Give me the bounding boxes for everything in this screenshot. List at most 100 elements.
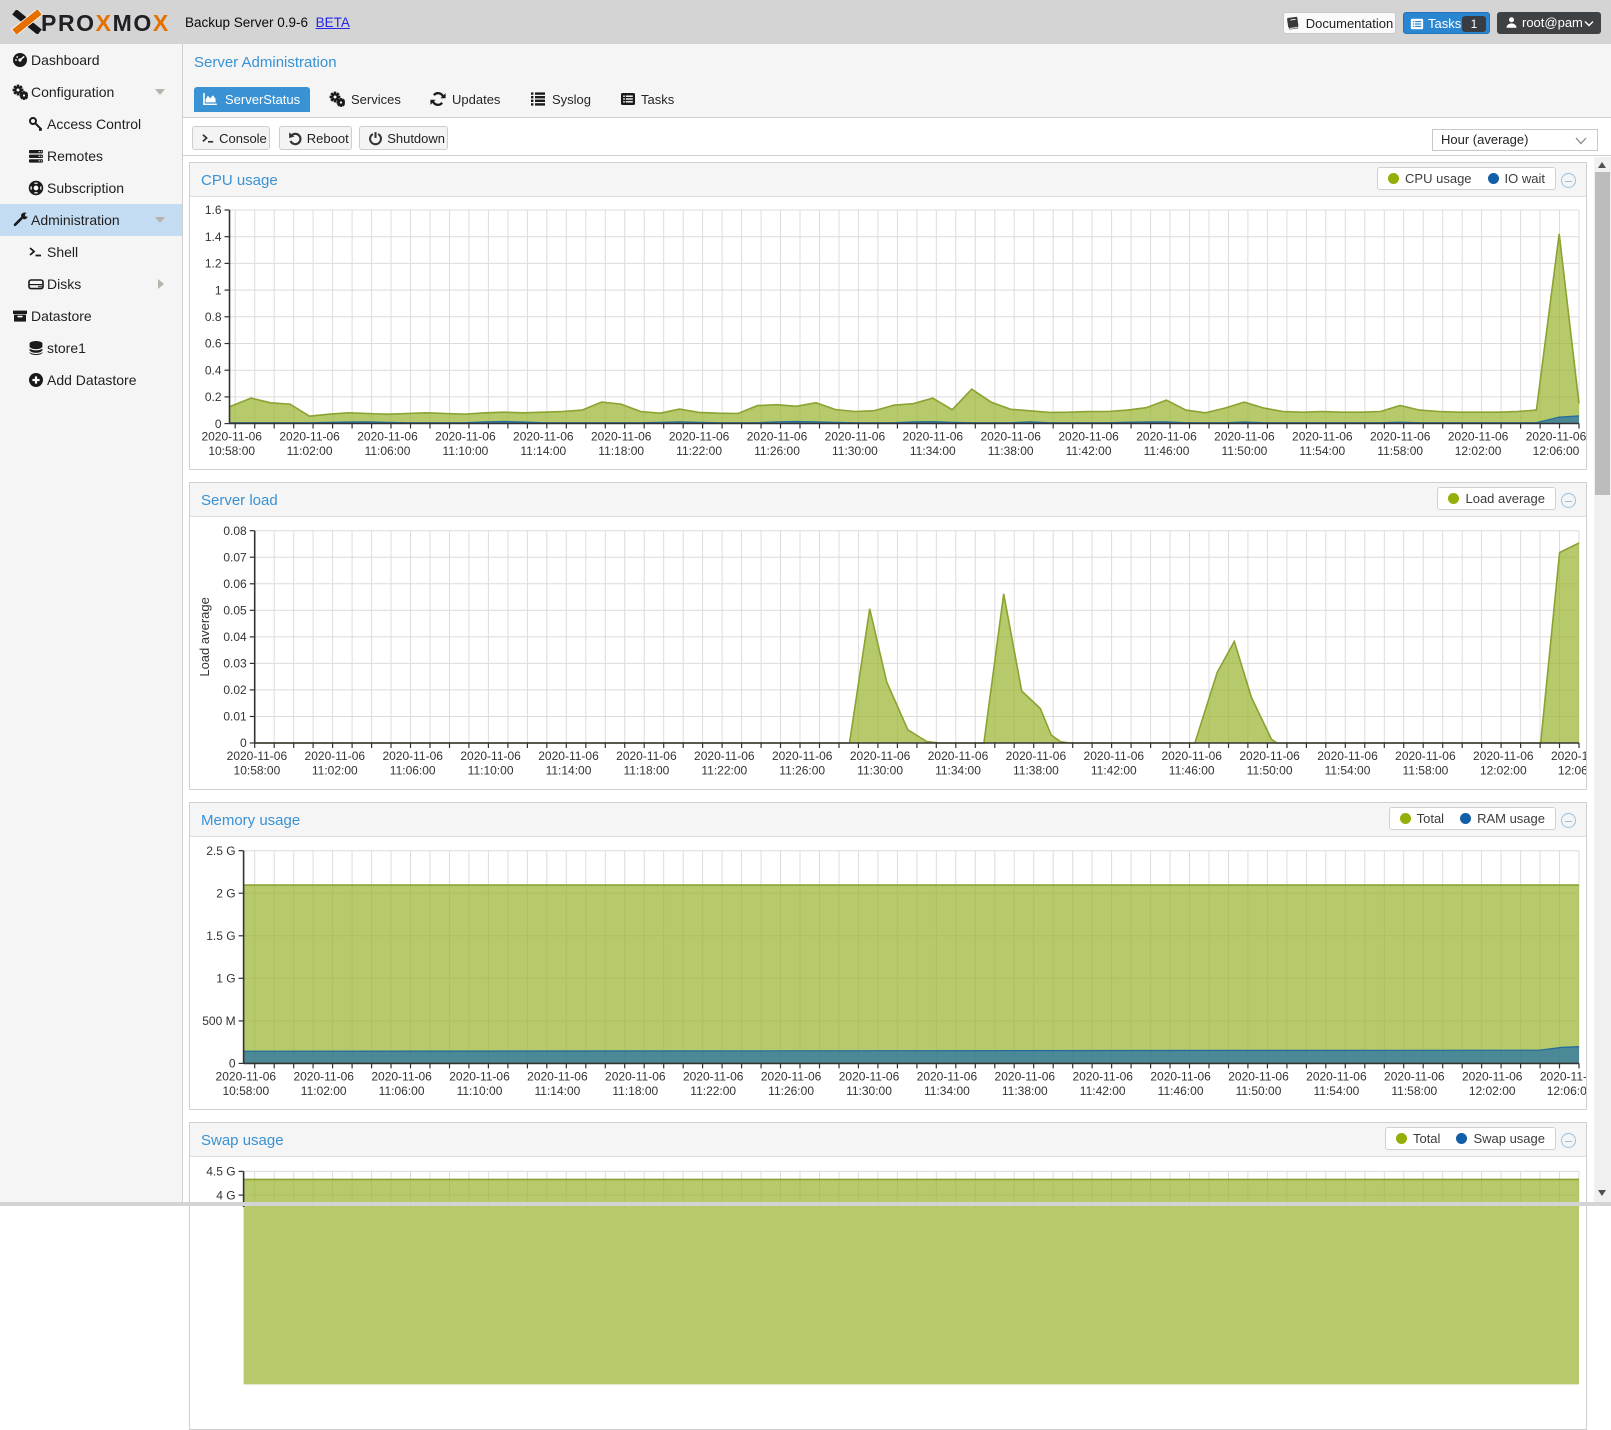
svg-text:2020-11-06: 2020-11-06: [669, 430, 730, 444]
svg-text:2020-11-06: 2020-11-06: [1551, 749, 1587, 763]
svg-text:12:02:00: 12:02:00: [1480, 764, 1527, 778]
svg-text:11:34:00: 11:34:00: [935, 764, 981, 778]
svg-text:11:14:00: 11:14:00: [534, 1084, 580, 1098]
svg-text:2020-11-06: 2020-11-06: [761, 1069, 822, 1083]
svg-text:2020-11-06: 2020-11-06: [605, 1069, 666, 1083]
svg-text:2020-11-06: 2020-11-06: [357, 430, 418, 444]
svg-text:11:50:00: 11:50:00: [1236, 1084, 1282, 1098]
svg-text:2020-11-06: 2020-11-06: [616, 749, 677, 763]
svg-text:0.07: 0.07: [223, 550, 247, 564]
svg-text:2020-11-06: 2020-11-06: [1395, 749, 1456, 763]
svg-text:500 M: 500 M: [202, 1014, 235, 1028]
svg-text:2020-11-06: 2020-11-06: [694, 749, 755, 763]
svg-text:11:14:00: 11:14:00: [520, 444, 566, 458]
svg-text:11:38:00: 11:38:00: [1002, 1084, 1048, 1098]
svg-text:11:26:00: 11:26:00: [754, 444, 800, 458]
svg-text:11:14:00: 11:14:00: [546, 764, 592, 778]
svg-text:10:58:00: 10:58:00: [234, 764, 281, 778]
svg-text:2020-11-06: 2020-11-06: [980, 430, 1041, 444]
svg-text:2020-11-06: 2020-11-06: [591, 430, 652, 444]
svg-text:2020-11-06: 2020-11-06: [293, 1069, 354, 1083]
svg-text:2020-11-06: 2020-11-06: [1526, 430, 1587, 444]
svg-text:11:58:00: 11:58:00: [1377, 444, 1423, 458]
svg-text:2020-11-06: 2020-11-06: [527, 1069, 588, 1083]
svg-text:1.6: 1.6: [205, 203, 222, 217]
svg-text:11:22:00: 11:22:00: [676, 444, 722, 458]
svg-text:2020-11-06: 2020-11-06: [216, 1069, 277, 1083]
svg-text:2020-11-06: 2020-11-06: [1370, 430, 1431, 444]
svg-text:2020-11-06: 2020-11-06: [1072, 1069, 1133, 1083]
svg-text:11:30:00: 11:30:00: [857, 764, 903, 778]
svg-text:2020-11-06: 2020-11-06: [1239, 749, 1300, 763]
svg-text:2020-11-06: 2020-11-06: [1306, 1069, 1367, 1083]
svg-text:2020-11-06: 2020-11-06: [903, 430, 964, 444]
svg-text:11:18:00: 11:18:00: [598, 444, 644, 458]
svg-text:2020-11-06: 2020-11-06: [1462, 1069, 1523, 1083]
svg-text:11:18:00: 11:18:00: [612, 1084, 658, 1098]
svg-text:0.03: 0.03: [223, 657, 247, 671]
svg-text:2020-11-06: 2020-11-06: [1384, 1069, 1445, 1083]
svg-text:11:54:00: 11:54:00: [1313, 1084, 1359, 1098]
svg-text:2020-11-06: 2020-11-06: [839, 1069, 900, 1083]
svg-text:10:58:00: 10:58:00: [222, 1084, 269, 1098]
svg-text:2020-11-06: 2020-11-06: [227, 749, 288, 763]
svg-text:11:18:00: 11:18:00: [623, 764, 669, 778]
svg-text:11:10:00: 11:10:00: [468, 764, 514, 778]
svg-text:2020-11-06: 2020-11-06: [747, 430, 808, 444]
svg-text:11:10:00: 11:10:00: [442, 444, 488, 458]
svg-text:0.8: 0.8: [205, 310, 222, 324]
svg-text:2020-11-06: 2020-11-06: [1084, 749, 1145, 763]
svg-text:4.5 G: 4.5 G: [206, 1165, 235, 1179]
svg-text:2020-11-06: 2020-11-06: [435, 430, 496, 444]
svg-text:11:34:00: 11:34:00: [924, 1084, 970, 1098]
svg-text:11:42:00: 11:42:00: [1066, 444, 1112, 458]
svg-text:1.4: 1.4: [205, 230, 222, 244]
svg-text:11:26:00: 11:26:00: [768, 1084, 814, 1098]
svg-text:11:22:00: 11:22:00: [701, 764, 747, 778]
svg-text:2020-11-06: 2020-11-06: [1136, 430, 1197, 444]
svg-text:0.05: 0.05: [223, 604, 247, 618]
svg-text:11:54:00: 11:54:00: [1325, 764, 1371, 778]
svg-text:2020-11-06: 2020-11-06: [772, 749, 833, 763]
svg-text:11:34:00: 11:34:00: [910, 444, 956, 458]
svg-text:Load average: Load average: [197, 597, 212, 677]
svg-text:11:54:00: 11:54:00: [1299, 444, 1345, 458]
svg-text:2020-11-06: 2020-11-06: [449, 1069, 510, 1083]
svg-text:11:02:00: 11:02:00: [301, 1084, 347, 1098]
svg-text:0.4: 0.4: [205, 363, 222, 377]
svg-text:0.04: 0.04: [223, 630, 247, 644]
svg-text:2020-11-06: 2020-11-06: [917, 1069, 978, 1083]
svg-text:11:38:00: 11:38:00: [988, 444, 1034, 458]
svg-text:2020-11-06: 2020-11-06: [1292, 430, 1353, 444]
svg-text:0.6: 0.6: [205, 337, 222, 351]
svg-text:2020-11-06: 2020-11-06: [460, 749, 521, 763]
svg-text:12:06:00: 12:06:00: [1533, 444, 1580, 458]
svg-text:11:58:00: 11:58:00: [1391, 1084, 1437, 1098]
svg-text:1.2: 1.2: [205, 257, 222, 271]
svg-text:11:30:00: 11:30:00: [846, 1084, 892, 1098]
svg-text:11:06:00: 11:06:00: [365, 444, 411, 458]
svg-text:10:58:00: 10:58:00: [208, 444, 255, 458]
svg-text:2 G: 2 G: [216, 886, 235, 900]
svg-text:11:50:00: 11:50:00: [1221, 444, 1267, 458]
svg-text:2020-11-06: 2020-11-06: [1448, 430, 1509, 444]
svg-text:0.02: 0.02: [223, 683, 247, 697]
svg-text:1.5 G: 1.5 G: [206, 929, 235, 943]
svg-text:1 G: 1 G: [216, 972, 235, 986]
svg-text:11:22:00: 11:22:00: [690, 1084, 736, 1098]
svg-text:11:06:00: 11:06:00: [379, 1084, 425, 1098]
svg-text:11:58:00: 11:58:00: [1402, 764, 1448, 778]
svg-text:11:46:00: 11:46:00: [1158, 1084, 1204, 1098]
svg-text:2020-11-06: 2020-11-06: [1228, 1069, 1289, 1083]
svg-text:2020-11-06: 2020-11-06: [1150, 1069, 1211, 1083]
svg-text:12:06:00: 12:06:00: [1558, 764, 1587, 778]
svg-text:0.08: 0.08: [223, 524, 247, 538]
svg-text:11:50:00: 11:50:00: [1247, 764, 1293, 778]
svg-text:2020-11-06: 2020-11-06: [201, 430, 262, 444]
svg-text:11:46:00: 11:46:00: [1169, 764, 1215, 778]
svg-text:11:42:00: 11:42:00: [1080, 1084, 1126, 1098]
svg-text:12:02:00: 12:02:00: [1469, 1084, 1516, 1098]
svg-text:2020-11-06: 2020-11-06: [1006, 749, 1067, 763]
svg-text:11:06:00: 11:06:00: [390, 764, 436, 778]
svg-text:2020-11-06: 2020-11-06: [825, 430, 886, 444]
